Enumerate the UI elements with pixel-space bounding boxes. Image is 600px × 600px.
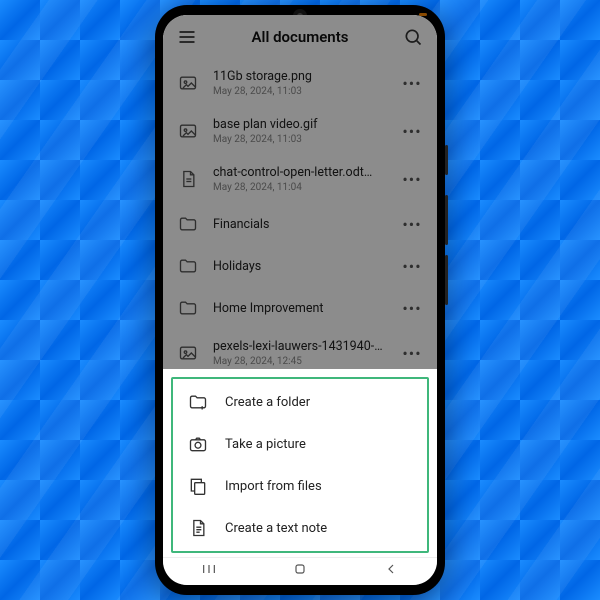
action-sheet-highlight: Create a folder Take a picture Import from… — [171, 377, 429, 553]
folder-plus-icon — [187, 391, 209, 413]
action-label: Import from files — [225, 479, 322, 494]
copy-icon — [187, 475, 209, 497]
action-folder-plus[interactable]: Create a folder — [173, 381, 427, 423]
action-copy[interactable]: Import from files — [173, 465, 427, 507]
action-note[interactable]: Create a text note — [173, 507, 427, 549]
action-sheet: Create a folder Take a picture Import from… — [163, 369, 437, 585]
back-nav-icon[interactable] — [383, 561, 399, 581]
action-label: Create a folder — [225, 395, 310, 410]
volume-down-button — [445, 255, 448, 305]
phone-frame: All documents 11Gb storage.pngMay 28, 20… — [155, 5, 445, 595]
volume-up-button — [445, 195, 448, 245]
action-label: Create a text note — [225, 521, 327, 536]
home-nav-icon[interactable] — [292, 561, 308, 581]
action-label: Take a picture — [225, 437, 306, 452]
camera-icon — [187, 433, 209, 455]
system-nav-bar — [163, 557, 437, 583]
screen: All documents 11Gb storage.pngMay 28, 20… — [163, 15, 437, 585]
action-camera[interactable]: Take a picture — [173, 423, 427, 465]
recents-nav-icon[interactable] — [201, 561, 217, 581]
note-icon — [187, 517, 209, 539]
power-button — [445, 145, 448, 175]
